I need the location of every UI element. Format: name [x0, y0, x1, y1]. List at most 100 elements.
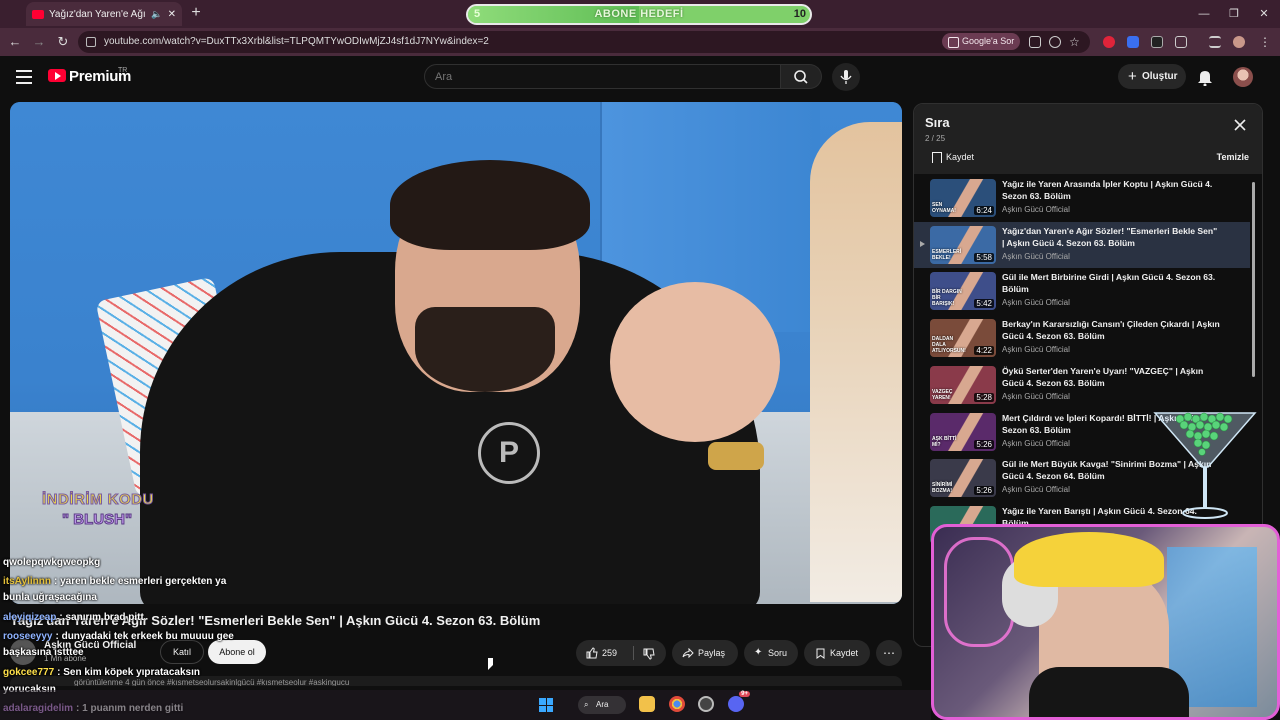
hamburger-menu-icon[interactable]	[16, 70, 32, 84]
sparkle-icon: ✦	[754, 647, 763, 658]
chrome-icon[interactable]	[669, 696, 685, 712]
playlist-scrollbar[interactable]	[1252, 182, 1255, 377]
speaker-icon[interactable]: 🔈	[151, 9, 162, 20]
reading-list-icon[interactable]	[1209, 36, 1221, 48]
close-tab-icon[interactable]: ✕	[168, 9, 176, 20]
create-button[interactable]: Oluştur	[1118, 64, 1186, 89]
chat-username: itsAylinnn	[3, 576, 51, 587]
notifications-bell-icon[interactable]	[1197, 68, 1213, 86]
more-actions-icon[interactable]: ⋯	[876, 640, 902, 666]
playlist-thumbnail: DALDAN DALA ATLIYORSUN! 4:22	[930, 319, 996, 358]
new-tab-button[interactable]: +	[188, 4, 204, 22]
duration-badge: 5:28	[974, 392, 994, 402]
minimize-icon[interactable]: —	[1196, 6, 1212, 22]
playlist-item-channel: Aşkın Gücü Official	[1002, 298, 1070, 308]
ask-button[interactable]: ✦ Soru	[744, 640, 798, 666]
voice-search-button[interactable]	[832, 63, 860, 91]
video-player[interactable]: P	[10, 102, 902, 604]
playlist-item[interactable]: SEN OYNAMA! 6:24 Yağız ile Yaren Arasında …	[914, 175, 1250, 221]
playlist-item-channel: Aşkın Gücü Official	[1002, 251, 1070, 261]
chat-text: : dunyadaki tek erkeek bu muuuu gee	[55, 631, 234, 642]
like-button[interactable]: 259	[576, 640, 632, 666]
playlist-item[interactable]: VAZGEÇ YAREN! 5:28 Öykü Serter'den Yaren'e…	[914, 362, 1250, 408]
playlist-position: 2 / 25	[925, 134, 946, 143]
discord-badge: 9+	[739, 691, 750, 697]
thumbnail-tag: BİR DARGIN BİR BARIŞIK!	[932, 289, 962, 308]
search-input[interactable]	[424, 64, 781, 89]
profile-icon[interactable]	[1233, 36, 1245, 48]
playlist-item-title: Berkay'ın Kararsızlığı Cansın'ı Çileden …	[1002, 319, 1220, 342]
join-button[interactable]: Katıl	[160, 640, 204, 664]
playlist-thumbnail: SEN OYNAMA! 6:24	[930, 179, 996, 217]
playlist-clear-button[interactable]: Temizle	[1217, 152, 1249, 162]
taskbar-search-icon: ⌕	[584, 700, 589, 709]
close-icon[interactable]	[1233, 118, 1247, 132]
subscribe-button[interactable]: Abone ol	[208, 640, 266, 664]
file-explorer-icon[interactable]	[639, 696, 655, 712]
duration-badge: 5:26	[974, 439, 994, 449]
duration-badge: 5:42	[974, 299, 994, 309]
share-arrow-icon	[682, 648, 694, 658]
url-text: youtube.com/watch?v=DuxTTx3Xrbl&list=TLP…	[104, 36, 489, 47]
thumbnail-tag: ESMERLERİ BEKLE!	[932, 248, 962, 261]
browser-toolbar: ← → ↻ youtube.com/watch?v=DuxTTx3Xrbl&li…	[0, 28, 1280, 56]
share-label: Paylaş	[698, 648, 726, 658]
youtube-logo-icon[interactable]	[48, 69, 66, 82]
goal-label: ABONE HEDEFİ	[594, 8, 684, 20]
app-icon[interactable]	[698, 696, 714, 712]
playlist-item-title: Yağız ile Yaren Arasında İpler Koptu | A…	[1002, 179, 1213, 201]
dislike-button[interactable]	[634, 640, 666, 666]
forward-icon[interactable]: →	[31, 34, 47, 50]
ask-label: Soru	[768, 648, 788, 658]
discord-icon[interactable]: 9+	[728, 691, 750, 712]
account-avatar[interactable]	[1233, 67, 1253, 87]
thumbnail-tag: DALDAN DALA ATLIYORSUN!	[932, 336, 966, 355]
save-button[interactable]: Kaydet	[804, 640, 870, 666]
browser-tab[interactable]: Yağız'dan Yaren'e Ağır Sözler 🔈 ✕	[26, 2, 182, 26]
extensions-puzzle-icon[interactable]	[1175, 36, 1187, 48]
chat-message: başkasına istttee	[3, 647, 84, 658]
video-frame-person-beard	[415, 307, 555, 392]
bookmark-star-icon[interactable]: ☆	[1069, 36, 1081, 48]
visibility-off-icon[interactable]	[1049, 36, 1061, 48]
playlist-item[interactable]: ESMERLERİ BEKLE! 5:58 Yağız'dan Yaren'e Ağ…	[914, 221, 1250, 268]
playlist-save-button[interactable]: Kaydet	[932, 152, 974, 163]
menu-dots-icon[interactable]: ⋮	[1259, 36, 1271, 48]
shirt-logo: P	[478, 422, 540, 484]
extension-blue-icon[interactable]	[1127, 36, 1139, 48]
playlist-item-title: Öykü Serter'den Yaren'e Uyarı! "VAZGEÇ" …	[1002, 365, 1204, 388]
site-info-icon[interactable]	[86, 37, 96, 47]
google-ask-button[interactable]: Google'a Sor	[942, 33, 1021, 50]
extension-dark-icon[interactable]	[1151, 36, 1163, 48]
windows-start-icon[interactable]	[539, 698, 553, 712]
chat-text: : sanırım brad pitt	[59, 612, 144, 623]
close-window-icon[interactable]: ✕	[1256, 6, 1272, 22]
restore-icon[interactable]: ❐	[1226, 6, 1242, 22]
webcam-shirt	[1029, 667, 1189, 717]
playlist-item-channel: Aşkın Gücü Official	[1002, 485, 1070, 495]
cocktail-glass-decoration	[1153, 412, 1257, 519]
chat-username: aleyiqizeap	[3, 612, 57, 623]
playlist-item-channel: Aşkın Gücü Official	[1002, 345, 1070, 355]
playlist-item[interactable]: DALDAN DALA ATLIYORSUN! 4:22 Berkay'ın Kar…	[914, 315, 1250, 361]
chat-message: itsAylinnn: yaren bekle esmerleri gerçek…	[3, 576, 226, 587]
chat-username: qwolepqwkgweopkg	[3, 557, 101, 568]
country-code: TR	[118, 67, 128, 74]
share-button[interactable]: Paylaş	[672, 640, 738, 666]
address-bar[interactable]: youtube.com/watch?v=DuxTTx3Xrbl&list=TLP…	[78, 31, 1090, 53]
search-button[interactable]	[781, 64, 822, 89]
taskbar-search[interactable]: ⌕ Ara	[578, 696, 626, 714]
thumbnail-tag: SİNİRİMİ BOZMA!	[932, 482, 953, 495]
duration-badge: 4:22	[974, 346, 994, 356]
playlist-thumbnail: SİNİRİMİ BOZMA! 5:26	[930, 459, 996, 498]
back-icon[interactable]: ←	[7, 34, 23, 50]
playlist-item[interactable]: BİR DARGIN BİR BARIŞIK! 5:42 Gül ile Mert …	[914, 268, 1250, 314]
playlist-thumbnail: VAZGEÇ YAREN! 5:28	[930, 365, 996, 404]
install-icon[interactable]	[1029, 36, 1041, 48]
taskbar-search-label: Ara	[596, 700, 609, 709]
extension-red-icon[interactable]	[1103, 36, 1115, 48]
chat-username: rooseeyyy	[3, 631, 53, 642]
mouse-cursor-icon	[488, 658, 493, 670]
reload-icon[interactable]: ↻	[55, 34, 71, 50]
chat-text: başkasına istttee	[3, 647, 84, 658]
